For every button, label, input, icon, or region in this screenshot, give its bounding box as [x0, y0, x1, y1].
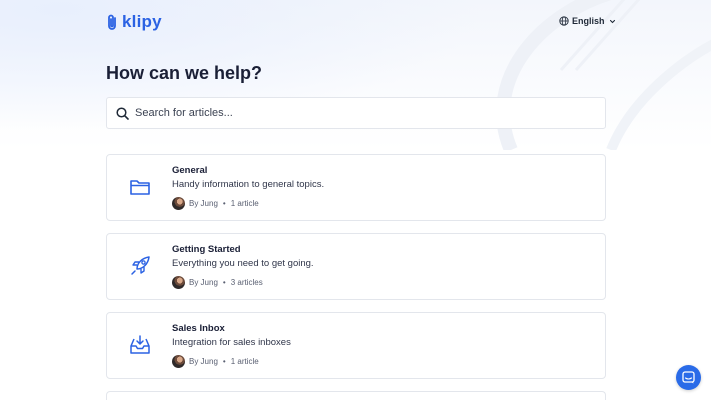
collection-title: General [172, 165, 208, 176]
collection-title: Getting Started [172, 244, 241, 255]
collection-card-general[interactable]: General Handy information to general top… [106, 154, 606, 221]
chevron-down-icon [609, 19, 615, 23]
author-avatar [172, 276, 185, 289]
collection-meta: By Jung • 3 articles [172, 276, 263, 289]
author-label: By Jung [189, 357, 218, 366]
collection-card-sales-inbox[interactable]: Sales Inbox Integration for sales inboxe… [106, 312, 606, 379]
collection-description: Handy information to general topics. [172, 179, 325, 190]
article-count: 1 article [230, 357, 259, 366]
collection-card-partial[interactable] [106, 391, 606, 400]
search-input[interactable] [135, 107, 575, 119]
author-avatar [172, 355, 185, 368]
meta-separator: • [222, 278, 226, 287]
language-selector[interactable]: English [559, 16, 617, 26]
globe-icon [559, 16, 569, 26]
author-label: By Jung [189, 199, 218, 208]
page-title: How can we help? [106, 63, 263, 83]
rocket-icon [129, 255, 151, 277]
search-icon [116, 106, 129, 120]
language-label: English [572, 16, 605, 26]
brand-logo[interactable]: klipy [106, 12, 162, 32]
search-bar[interactable] [106, 97, 606, 129]
inbox-icon [129, 334, 151, 356]
chat-icon [682, 371, 695, 384]
article-count: 3 articles [230, 278, 263, 287]
collection-meta: By Jung • 1 article [172, 197, 259, 210]
chat-launcher-button[interactable] [676, 365, 701, 390]
folder-icon [129, 176, 151, 198]
collection-meta: By Jung • 1 article [172, 355, 259, 368]
article-count: 1 article [230, 199, 259, 208]
author-avatar [172, 197, 185, 210]
collection-description: Everything you need to get going. [172, 258, 314, 269]
paperclip-icon [108, 14, 116, 30]
meta-separator: • [222, 199, 226, 208]
collection-description: Integration for sales inboxes [172, 337, 291, 348]
collection-title: Sales Inbox [172, 323, 225, 334]
collection-card-getting-started[interactable]: Getting Started Everything you need to g… [106, 233, 606, 300]
meta-separator: • [222, 357, 226, 366]
brand-name: klipy [122, 12, 162, 31]
author-label: By Jung [189, 278, 218, 287]
